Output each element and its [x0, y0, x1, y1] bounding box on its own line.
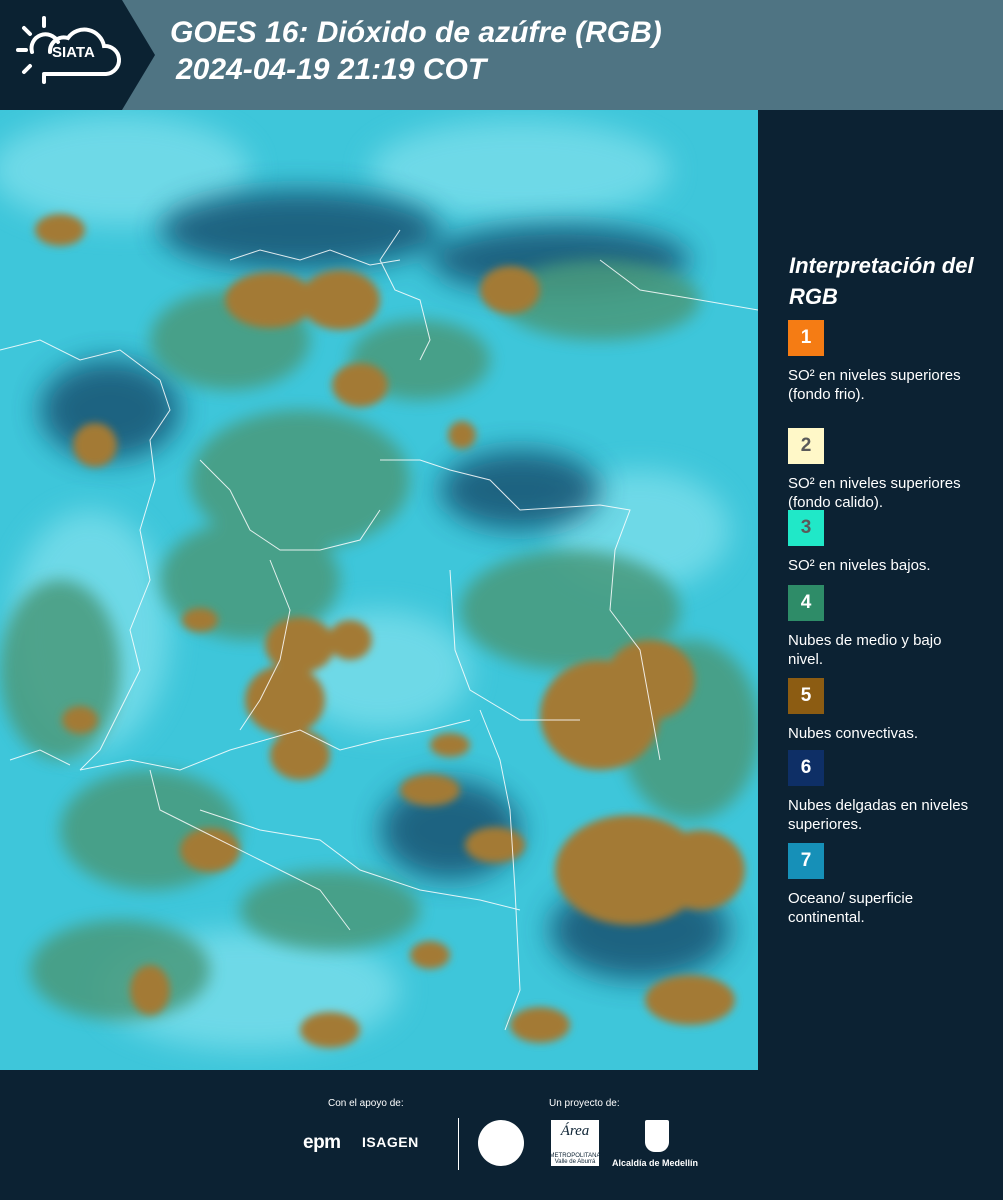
logo-text: SIATA: [52, 44, 95, 61]
legend-swatch: 3: [788, 510, 824, 546]
area-logo-sub: METROPOLITANA Valle de Aburrá: [549, 1153, 601, 1165]
isagen-logo: ISAGEN: [362, 1134, 419, 1150]
area-logo-name: Área: [560, 1123, 590, 1139]
legend-swatch: 1: [788, 320, 824, 356]
header-band: SIATA GOES 16: Dióxido de azúfre (RGB) 2…: [0, 0, 1003, 110]
legend-description: SO² en niveles bajos.: [788, 557, 931, 574]
legend-description: SO² en niveles superiores (fondo frio).: [788, 367, 961, 403]
legend-title: Interpretación del RGB: [789, 253, 974, 309]
legend-swatch: 2: [788, 428, 824, 464]
legend-swatch: 7: [788, 843, 824, 879]
legend-panel: Interpretación del RGB 1 SO² en niveles s…: [758, 110, 1003, 1070]
epm-logo: epm: [303, 1132, 341, 1153]
timestamp: 2024-04-19 21:19 COT: [176, 53, 487, 86]
project-label: Un proyecto de:: [549, 1098, 620, 1109]
alcaldia-shield-icon: [645, 1120, 669, 1152]
satellite-map: [0, 110, 758, 1070]
page-title: GOES 16: Dióxido de azúfre (RGB): [170, 16, 662, 49]
footer-divider: [458, 1118, 459, 1170]
legend-swatch: 5: [788, 678, 824, 714]
alcaldia-logo-text: Alcaldía de Medellín: [612, 1158, 699, 1168]
legend-description: SO² en niveles superiores (fondo calido)…: [788, 475, 961, 511]
siata-logo: SIATA: [0, 0, 155, 110]
legend-swatch: 4: [788, 585, 824, 621]
legend-description: Oceano/ superficie continental.: [788, 890, 914, 926]
legend-description: Nubes convectivas.: [788, 725, 919, 742]
satellite-image: [0, 110, 758, 1070]
legend-description: Nubes de medio y bajo nivel.: [788, 632, 942, 668]
support-label: Con el apoyo de:: [328, 1098, 404, 1109]
footer: Con el apoyo de: Un proyecto de: epm ISA…: [0, 1070, 1003, 1200]
medellin-seal-icon: [478, 1120, 524, 1166]
legend-description: Nubes delgadas en niveles superiores.: [788, 797, 969, 833]
legend-swatch: 6: [788, 750, 824, 786]
